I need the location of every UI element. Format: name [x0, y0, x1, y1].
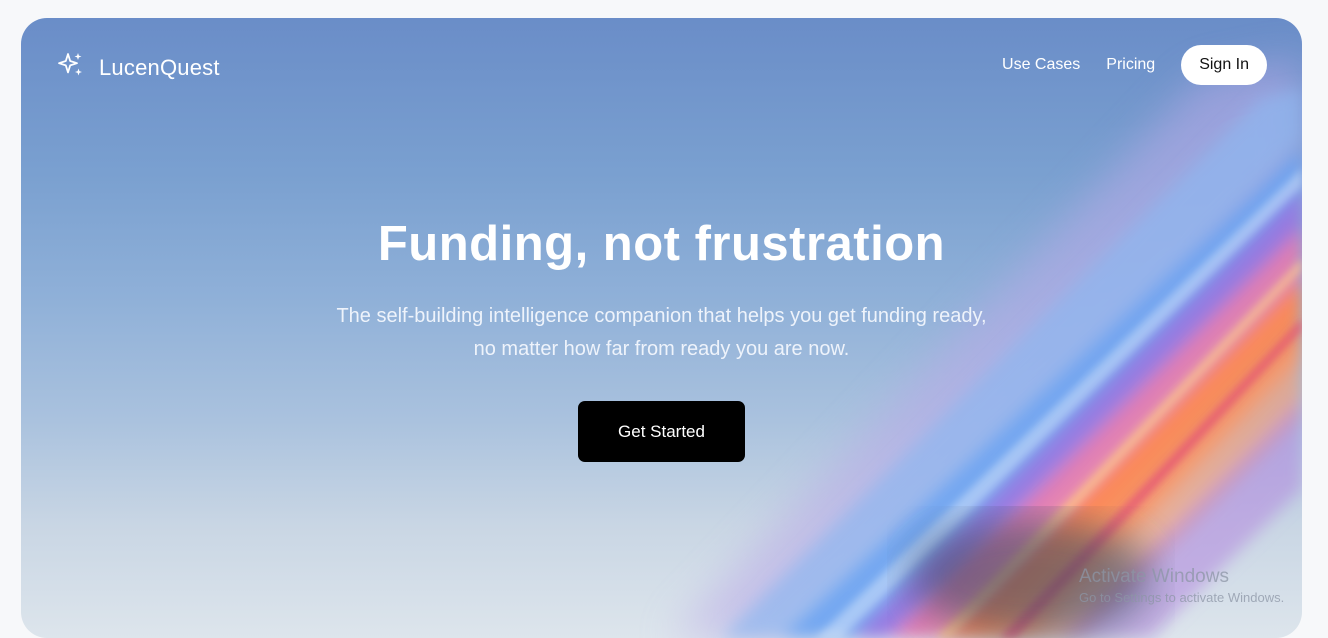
watermark-subtitle: Go to Settings to activate Windows.	[1079, 590, 1285, 605]
nav-link-use-cases[interactable]: Use Cases	[1002, 56, 1080, 74]
brand-logo[interactable]: LucenQuest	[57, 51, 220, 84]
top-nav: Use Cases Pricing Sign In	[1002, 45, 1267, 85]
sparkles-icon	[57, 51, 85, 84]
windows-activation-watermark: Activate Windows Go to Settings to activ…	[1079, 566, 1284, 605]
brand-name: LucenQuest	[99, 54, 220, 80]
watermark-title: Activate Windows	[1079, 566, 1229, 587]
get-started-button[interactable]: Get Started	[578, 401, 745, 462]
hero-headline: Funding, not frustration	[377, 217, 946, 271]
sign-in-button[interactable]: Sign In	[1181, 45, 1267, 85]
hero-section: LucenQuest Use Cases Pricing Sign In Fun…	[21, 18, 1302, 638]
hero-subtitle: The self-building intelligence companion…	[336, 305, 987, 360]
nav-link-pricing[interactable]: Pricing	[1106, 56, 1155, 74]
